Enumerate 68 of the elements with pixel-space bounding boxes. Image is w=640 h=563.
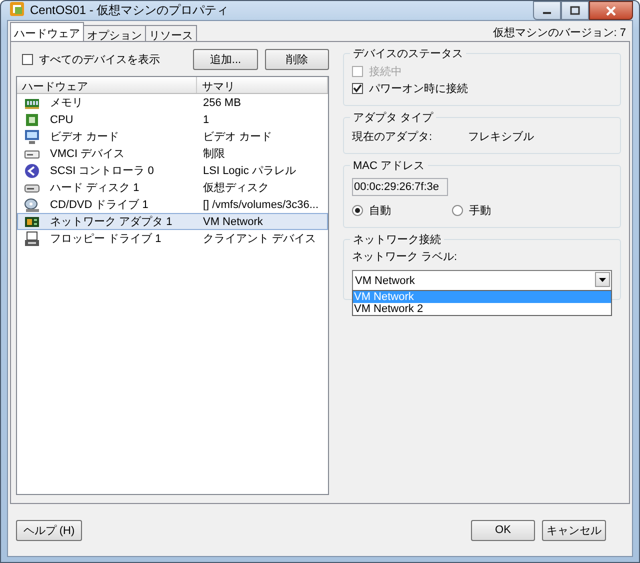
table-cell: CPU — [50, 114, 74, 126]
tab[interactable]: オプション — [83, 25, 146, 41]
table-row[interactable]: ネットワーク アダプタ 1 VM Network — [17, 213, 328, 230]
table-cell-text: CD/DVD ドライブ 1 — [50, 198, 148, 212]
group-title: MAC アドレス — [352, 159, 426, 173]
table-cell-text: 仮想ディスク — [202, 180, 269, 195]
close-button[interactable] — [589, 1, 633, 20]
radio-button[interactable] — [352, 205, 363, 216]
dropdown-option[interactable]: VM Network 2 — [353, 303, 611, 315]
maximize-icon — [570, 6, 580, 15]
field-label: ネットワーク ラベル: — [352, 250, 458, 264]
table-cell-text: LSI Logic パラレル — [202, 164, 296, 178]
device-icon — [24, 128, 40, 144]
remove-button[interactable]: 削除 — [265, 48, 329, 70]
table-cell-text: 制限 — [202, 147, 225, 161]
column-header[interactable]: サマリ — [197, 77, 328, 93]
column-header[interactable]: ハードウェア — [17, 77, 197, 93]
table-row[interactable]: メモリ 256 MB — [17, 94, 328, 111]
table-row[interactable]: フロッピー ドライブ 1 クライアント デバイス — [17, 230, 328, 247]
minimize-button[interactable] — [533, 1, 561, 20]
window-title: CentOS01 - 仮想マシンのプロパティ — [30, 2, 229, 19]
table-cell-text: ネットワーク アダプタ 1 — [50, 214, 172, 229]
table-cell-text: [] /vmfs/volumes/3c36... — [202, 198, 319, 210]
checkbox[interactable] — [352, 83, 363, 94]
device-icon — [24, 196, 40, 212]
group-title: デバイスのステータス — [352, 47, 464, 61]
group-title: ネットワーク接続 — [352, 232, 442, 247]
maximize-button[interactable] — [561, 1, 589, 20]
device-icon — [24, 162, 40, 178]
version-label: 仮想マシンのバージョン: 7 — [492, 26, 627, 40]
table-cell-text: メモリ — [50, 96, 83, 110]
cancel-button[interactable]: キャンセル — [542, 520, 606, 540]
field-label: 現在のアダプタ: — [352, 130, 434, 144]
table-cell-text: ハード ディスク 1 — [50, 181, 140, 195]
table-cell-text: 256 MB — [202, 96, 241, 108]
table-row[interactable]: ビデオ カード ビデオ カード — [17, 128, 328, 145]
table-row[interactable]: ハード ディスク 1 仮想ディスク — [17, 179, 328, 196]
tab[interactable]: ハードウェア — [10, 22, 84, 41]
table-row[interactable]: VMCI デバイス 制限 — [17, 145, 328, 162]
radio-label: 手動 — [469, 204, 491, 218]
table-cell-text: ビデオ カード — [50, 130, 120, 144]
table-cell-text: フロッピー ドライブ 1 — [50, 232, 162, 246]
ok-button[interactable]: OK — [471, 520, 535, 540]
app-icon — [9, 1, 25, 17]
table-cell-text: VMCI デバイス — [50, 147, 125, 161]
device-icon — [24, 230, 40, 246]
mac-address-field[interactable]: 00:0c:29:26:7f:3e — [352, 178, 448, 196]
table-cell-text: VM Network — [202, 216, 263, 228]
table-cell-text: 1 — [202, 114, 210, 126]
device-icon — [24, 112, 40, 128]
checkbox-label: 接続中 — [369, 64, 402, 79]
group-title: アダプタ タイプ — [352, 110, 434, 125]
help-button[interactable]: ヘルプ (H) — [16, 520, 82, 540]
table-cell-text: ビデオ カード — [202, 130, 272, 144]
tab[interactable]: リソース — [145, 25, 197, 41]
table-row[interactable]: CD/DVD ドライブ 1 [] /vmfs/volumes/3c36... — [17, 196, 328, 213]
field-value: フレキシブル — [468, 130, 534, 144]
close-icon — [605, 6, 617, 16]
checkbox-label: パワーオン時に接続 — [369, 82, 468, 96]
checkbox[interactable] — [22, 54, 33, 64]
add-button[interactable]: 追加... — [193, 48, 258, 70]
table-cell-text: クライアント デバイス — [202, 232, 316, 246]
table-row[interactable]: CPU 1 — [17, 111, 328, 128]
checkbox-label: すべてのデバイスを表示 — [39, 52, 160, 66]
radio-button[interactable] — [452, 205, 463, 216]
table-row[interactable]: SCSI コントローラ 0 LSI Logic パラレル — [17, 162, 328, 179]
table-cell-text: SCSI コントローラ 0 — [50, 164, 154, 178]
radio-label: 自動 — [369, 204, 391, 218]
